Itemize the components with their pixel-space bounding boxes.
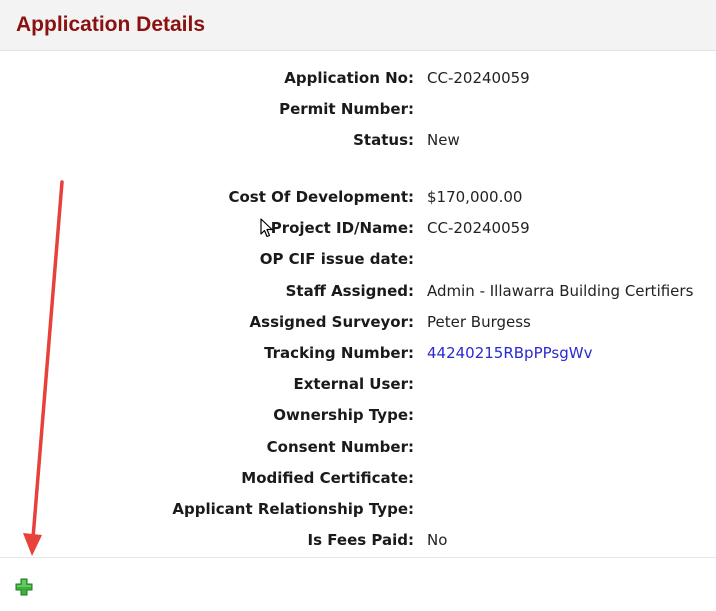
detail-row-ownership-type: Ownership Type:	[0, 406, 716, 428]
detail-label: Project ID/Name:	[270, 219, 414, 237]
detail-row-assigned-surveyor: Assigned Surveyor: Peter Burgess	[0, 313, 716, 335]
detail-row-project-id-name: Project ID/Name: CC-20240059	[0, 219, 716, 241]
mouse-pointer-icon	[260, 218, 273, 238]
detail-value: New	[427, 131, 460, 149]
detail-row-permit-number: Permit Number:	[0, 100, 716, 122]
detail-label: Applicant Relationship Type:	[172, 500, 414, 518]
detail-label: Staff Assigned:	[285, 282, 414, 300]
panel-title: Application Details	[16, 13, 206, 36]
panel-header: Application Details	[0, 0, 716, 51]
detail-row-cost-of-development: Cost Of Development: $170,000.00	[0, 188, 716, 210]
detail-row-is-fees-paid: Is Fees Paid: No	[0, 531, 716, 553]
detail-value: CC-20240059	[427, 219, 530, 237]
detail-row-status: Status: New	[0, 131, 716, 153]
tracking-number-link[interactable]: 44240215RBpPPsgWv	[427, 344, 592, 362]
detail-label: Modified Certificate:	[241, 469, 414, 487]
detail-value: Admin - Illawarra Building Certifiers	[427, 282, 694, 300]
detail-value: $170,000.00	[427, 188, 523, 206]
detail-row-application-no: Application No: CC-20240059	[0, 69, 716, 91]
detail-label: External User:	[293, 375, 414, 393]
detail-row-op-cif-issue-date: OP CIF issue date:	[0, 250, 716, 272]
detail-label: Status:	[353, 131, 414, 149]
detail-label: Application No:	[284, 69, 414, 87]
detail-value: CC-20240059	[427, 69, 530, 87]
detail-label: Cost Of Development:	[228, 188, 414, 206]
footer-divider	[0, 557, 716, 558]
detail-row-staff-assigned: Staff Assigned: Admin - Illawarra Buildi…	[0, 282, 716, 304]
detail-row-external-user: External User:	[0, 375, 716, 397]
add-button[interactable]	[14, 577, 34, 597]
detail-value: Peter Burgess	[427, 313, 531, 331]
detail-row-tracking-number: Tracking Number: 44240215RBpPPsgWv	[0, 344, 716, 366]
detail-row-consent-number: Consent Number:	[0, 438, 716, 460]
detail-label: Assigned Surveyor:	[249, 313, 414, 331]
detail-row-modified-certificate: Modified Certificate:	[0, 469, 716, 491]
detail-value: No	[427, 531, 448, 549]
detail-label: Is Fees Paid:	[307, 531, 414, 549]
plus-icon	[15, 578, 33, 596]
detail-row-applicant-relationship-type: Applicant Relationship Type:	[0, 500, 716, 522]
detail-label: Consent Number:	[266, 438, 414, 456]
detail-label: OP CIF issue date:	[259, 250, 414, 268]
detail-label: Permit Number:	[279, 100, 414, 118]
detail-label: Ownership Type:	[273, 406, 414, 424]
detail-label: Tracking Number:	[264, 344, 414, 362]
